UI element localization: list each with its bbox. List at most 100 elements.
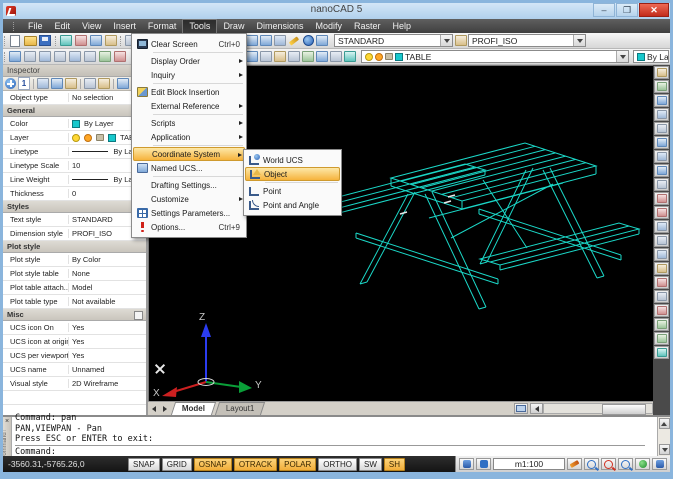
pan-tool-icon[interactable]	[273, 34, 287, 47]
menu-file[interactable]: File	[22, 20, 49, 33]
collapse-icon[interactable]	[134, 311, 143, 320]
extend-tool-icon[interactable]	[654, 248, 669, 262]
draw-line-icon[interactable]	[654, 66, 669, 80]
title-bar[interactable]: nanoCAD 5 – ❐ ✕	[3, 3, 670, 19]
color-combo[interactable]: By Layer	[633, 50, 669, 63]
polar-icon[interactable]	[98, 50, 112, 63]
property-row[interactable]: UCS icon at originYes	[3, 335, 146, 349]
menu-insert[interactable]: Insert	[107, 20, 142, 33]
mirror-tool-icon[interactable]	[654, 178, 669, 192]
menu-dimensions[interactable]: Dimensions	[250, 20, 309, 33]
property-row[interactable]: Line WeightBy Layer	[3, 173, 146, 187]
chevron-down-icon[interactable]	[440, 35, 452, 46]
menu-item-application[interactable]: Application	[133, 130, 245, 144]
scale-tool-icon[interactable]	[654, 304, 669, 318]
osnap-icon[interactable]	[113, 50, 127, 63]
layer-states-icon[interactable]	[259, 50, 273, 63]
menu-format[interactable]: Format	[142, 20, 183, 33]
calculator-icon[interactable]	[65, 78, 77, 89]
layer-match-icon[interactable]	[329, 50, 343, 63]
draw-arc-icon[interactable]	[654, 108, 669, 122]
toggle-osnap[interactable]: OSNAP	[194, 458, 232, 471]
model-space-icon[interactable]	[476, 458, 491, 470]
menu-view[interactable]: View	[76, 20, 107, 33]
property-row[interactable]: Linetype Scale10	[3, 159, 146, 173]
text-style-icon[interactable]	[315, 34, 329, 47]
erase-tool-icon[interactable]	[654, 318, 669, 332]
toggle-snap[interactable]: SNAP	[128, 458, 160, 471]
trim-tool-icon[interactable]	[654, 234, 669, 248]
property-row[interactable]: ColorBy Layer	[3, 117, 146, 131]
add-selection-icon[interactable]	[5, 78, 16, 89]
pencil-tool-icon[interactable]	[287, 34, 301, 47]
toggle-otrack[interactable]: OTRACK	[234, 458, 277, 471]
regen-icon[interactable]	[635, 458, 650, 470]
paper-space-icon[interactable]	[459, 458, 474, 470]
undo-icon[interactable]	[89, 34, 103, 47]
command-scrollbar[interactable]	[657, 417, 670, 456]
minimize-button[interactable]: –	[593, 3, 615, 17]
menu-item-drafting-settings[interactable]: Drafting Settings...	[133, 178, 245, 192]
measure-icon[interactable]	[38, 50, 52, 63]
dimension-style-icon[interactable]	[454, 34, 468, 47]
draw-polyline-icon[interactable]	[654, 80, 669, 94]
copy-tool-icon[interactable]	[654, 164, 669, 178]
section-plot-style[interactable]: Plot style	[3, 241, 146, 253]
inspector-title[interactable]: Inspector	[3, 65, 146, 77]
otrack-icon[interactable]	[83, 50, 97, 63]
property-row[interactable]: UCS per viewportYes	[3, 349, 146, 363]
zoom-realtime-icon[interactable]	[245, 34, 259, 47]
section-misc[interactable]: Misc	[3, 309, 146, 321]
menu-item-customize[interactable]: Customize	[133, 192, 245, 206]
text-style-combo[interactable]: STANDARD	[334, 34, 453, 47]
zoom-in-icon[interactable]	[584, 458, 599, 470]
section-general[interactable]: General	[3, 105, 146, 117]
dimension-style-combo[interactable]: PROFI_ISO	[468, 34, 586, 47]
layer-on-icon[interactable]	[315, 50, 329, 63]
snap-settings-icon[interactable]	[23, 50, 37, 63]
break-tool-icon[interactable]	[654, 332, 669, 346]
layer-freeze-icon[interactable]	[287, 50, 301, 63]
select-icon[interactable]	[8, 50, 22, 63]
property-row[interactable]: LayerTABLE	[3, 131, 146, 145]
redo-icon[interactable]	[104, 34, 118, 47]
move-tool-icon[interactable]	[654, 136, 669, 150]
property-row[interactable]: Dimension stylePROFI_ISO	[3, 227, 146, 241]
layer-lock-icon[interactable]	[301, 50, 315, 63]
menu-draw[interactable]: Draw	[217, 20, 250, 33]
menu-item-inquiry[interactable]: Inquiry	[133, 68, 245, 82]
menu-item-external-reference[interactable]: External Reference	[133, 99, 245, 113]
new-file-icon[interactable]	[8, 34, 22, 47]
redo-prop-icon[interactable]	[98, 78, 110, 89]
web-help-icon[interactable]	[301, 34, 315, 47]
settings-prop-icon[interactable]	[117, 78, 129, 89]
stretch-tool-icon[interactable]	[654, 220, 669, 234]
submenu-item-object[interactable]: Object	[245, 167, 340, 181]
pan-hand-icon[interactable]	[567, 458, 582, 470]
fullscreen-icon[interactable]	[652, 458, 667, 470]
rotate-tool-icon[interactable]	[654, 150, 669, 164]
menu-item-options[interactable]: Options...Ctrl+9	[133, 220, 245, 234]
zoom-window-icon[interactable]	[601, 458, 616, 470]
layers-dialog-icon[interactable]	[245, 50, 259, 63]
chevron-down-icon[interactable]	[616, 51, 628, 62]
layer-walk-icon[interactable]	[343, 50, 357, 63]
preview-icon[interactable]	[74, 34, 88, 47]
undo-prop-icon[interactable]	[84, 78, 96, 89]
menu-help[interactable]: Help	[387, 20, 418, 33]
property-row[interactable]: Plot table typeNot available	[3, 295, 146, 309]
property-row[interactable]: Thickness0	[3, 187, 146, 201]
toggle-ortho[interactable]: ORTHO	[318, 458, 357, 471]
property-row[interactable]: Plot styleBy Color	[3, 253, 146, 267]
submenu-item-point-and-angle[interactable]: Point and Angle	[245, 198, 340, 212]
menu-raster[interactable]: Raster	[348, 20, 387, 33]
submenu-item-point[interactable]: Point	[245, 184, 340, 198]
offset-tool-icon[interactable]	[654, 192, 669, 206]
menu-item-coordinate-system[interactable]: Coordinate System	[133, 147, 245, 161]
menu-tools[interactable]: Tools	[182, 19, 217, 33]
command-window[interactable]: × Command line Command: panPAN,VIEWPAN -…	[3, 415, 670, 456]
draw-circle-icon[interactable]	[654, 94, 669, 108]
property-row[interactable]: Plot table attach...Model	[3, 281, 146, 295]
open-file-icon[interactable]	[23, 34, 37, 47]
menu-item-clear-screen[interactable]: Clear ScreenCtrl+0	[133, 37, 245, 51]
